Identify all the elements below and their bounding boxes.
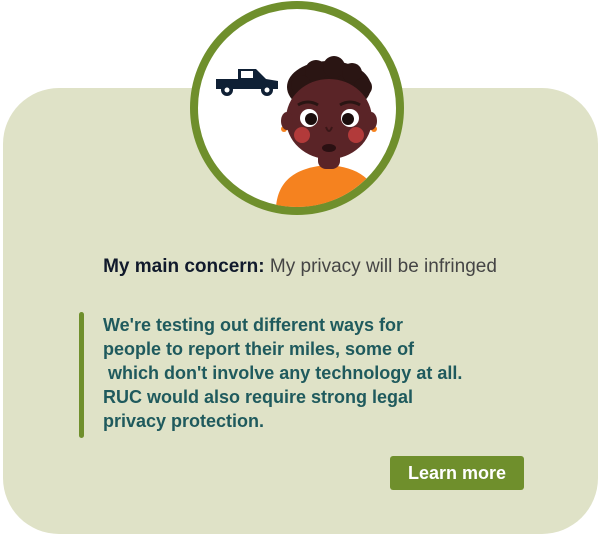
learn-more-button[interactable]: Learn more (390, 456, 524, 490)
message-line-2: people to report their miles, some of (103, 339, 415, 359)
concern-label: My main concern: (103, 256, 265, 277)
message-line-3: which don't involve any technology at al… (103, 363, 463, 383)
person-avatar (216, 56, 380, 207)
response-message: We're testing out different ways for peo… (103, 313, 543, 433)
quote-accent-bar (79, 312, 84, 438)
message-line-1: We're testing out different ways for (103, 315, 403, 335)
concern-value: My privacy will be infringed (269, 256, 497, 277)
pickup-truck-icon (216, 69, 278, 96)
main-concern: My main concern: My privacy will be infr… (0, 254, 600, 280)
message-line-4: RUC would also require strong legal (103, 387, 414, 407)
message-line-5: privacy protection. (103, 411, 265, 431)
avatar-frame (190, 1, 404, 215)
